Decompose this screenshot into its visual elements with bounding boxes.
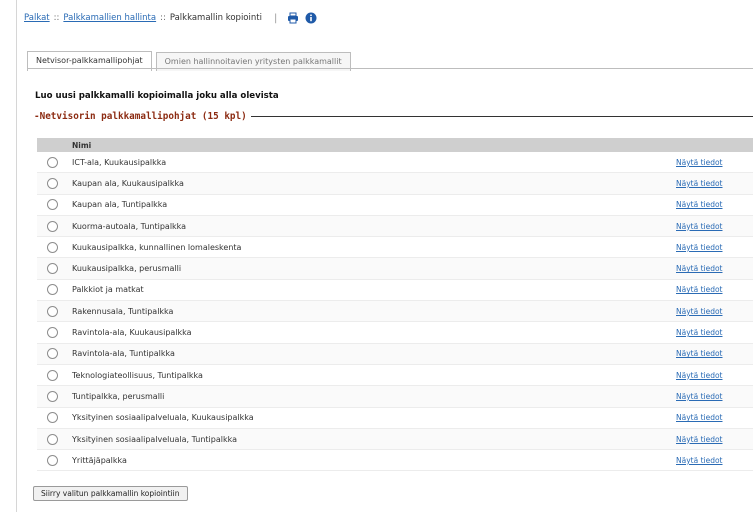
template-radio[interactable] xyxy=(47,327,58,339)
print-icon[interactable] xyxy=(287,12,299,24)
show-details-link[interactable]: Näytä tiedot xyxy=(676,413,723,422)
table-row: ICT-ala, Kuukausipalkka Näytä tiedot xyxy=(37,152,753,174)
show-details-link[interactable]: Näytä tiedot xyxy=(676,243,723,252)
table-row: Rakennusala, Tuntipalkka Näytä tiedot xyxy=(37,301,753,323)
show-details-link[interactable]: Näytä tiedot xyxy=(676,307,723,316)
template-name: Ravintola-ala, Tuntipalkka xyxy=(72,349,175,359)
intro-text: Luo uusi palkkamalli kopioimalla joku al… xyxy=(35,91,279,101)
template-radio[interactable] xyxy=(47,305,58,317)
template-radio[interactable] xyxy=(47,433,58,445)
tab-divider xyxy=(27,68,753,69)
template-radio[interactable] xyxy=(47,369,58,381)
breadcrumb-link-palkat[interactable]: Palkat xyxy=(24,13,50,23)
breadcrumb: Palkat :: Palkkamallien hallinta :: Palk… xyxy=(24,9,323,27)
show-details-link[interactable]: Näytä tiedot xyxy=(676,392,723,401)
template-name: Kaupan ala, Kuukausipalkka xyxy=(72,178,184,188)
template-name: Rakennusala, Tuntipalkka xyxy=(72,306,174,316)
show-details-link[interactable]: Näytä tiedot xyxy=(676,349,723,358)
table-row: Kuukausipalkka, perusmalli Näytä tiedot xyxy=(37,258,753,280)
show-details-link[interactable]: Näytä tiedot xyxy=(676,285,723,294)
template-name: Ravintola-ala, Kuukausipalkka xyxy=(72,328,192,338)
table-body: ICT-ala, Kuukausipalkka Näytä tiedot Kaupa… xyxy=(37,152,753,472)
template-name: Teknologiateollisuus, Tuntipalkka xyxy=(72,370,203,380)
template-name: Tuntipalkka, perusmalli xyxy=(72,391,165,401)
table-row: Yksityinen sosiaalipalveluala, Kuukausip… xyxy=(37,408,753,429)
breadcrumb-separator: :: xyxy=(53,13,60,23)
table-row: Kaupan ala, Kuukausipalkka Näytä tiedot xyxy=(37,173,753,195)
section-title: -Netvisorin palkkamallipohjat (15 kpl) xyxy=(34,110,247,122)
template-name: Yksityinen sosiaalipalveluala, Tuntipalk… xyxy=(72,434,237,444)
copy-selected-template-button[interactable]: Siirry valitun palkkamallin kopiointiin xyxy=(33,486,188,501)
show-details-link[interactable]: Näytä tiedot xyxy=(676,179,723,188)
table-row: Kuukausipalkka, kunnallinen lomaleskenta… xyxy=(37,237,753,259)
breadcrumb-separator: :: xyxy=(160,13,166,23)
template-radio[interactable] xyxy=(47,220,58,232)
toolbar-divider: | xyxy=(273,12,278,24)
section-legend: -Netvisorin palkkamallipohjat (15 kpl) xyxy=(34,109,753,123)
template-radio[interactable] xyxy=(47,177,58,189)
table-row: Yrittäjäpalkka Näytä tiedot xyxy=(37,450,753,472)
template-radio[interactable] xyxy=(47,454,58,466)
info-icon[interactable] xyxy=(305,12,317,24)
table-row: Yksityinen sosiaalipalveluala, Tuntipalk… xyxy=(37,428,753,451)
show-details-link[interactable]: Näytä tiedot xyxy=(676,200,723,209)
table-header: Nimi xyxy=(37,138,753,152)
table-row: Kuorma-autoala, Tuntipalkka Näytä tiedot xyxy=(37,215,753,238)
template-radio[interactable] xyxy=(47,156,58,168)
template-radio[interactable] xyxy=(47,263,58,275)
table-row: Ravintola-ala, Kuukausipalkka Näytä tiedo… xyxy=(37,322,753,344)
template-name: ICT-ala, Kuukausipalkka xyxy=(72,157,167,167)
table-row: Kaupan ala, Tuntipalkka Näytä tiedot xyxy=(37,195,753,216)
show-details-link[interactable]: Näytä tiedot xyxy=(676,328,723,337)
template-radio[interactable] xyxy=(47,199,58,211)
column-header-nimi: Nimi xyxy=(72,140,92,150)
table-row: Ravintola-ala, Tuntipalkka Näytä tiedot xyxy=(37,343,753,365)
show-details-link[interactable]: Näytä tiedot xyxy=(676,222,723,231)
table-row: Tuntipalkka, perusmalli Näytä tiedot xyxy=(37,386,753,408)
template-radio[interactable] xyxy=(47,412,58,424)
template-radio[interactable] xyxy=(47,390,58,402)
template-name: Yksityinen sosiaalipalveluala, Kuukausip… xyxy=(72,413,254,423)
template-name: Kaupan ala, Tuntipalkka xyxy=(72,200,168,210)
breadcrumb-current: Palkkamallin kopiointi xyxy=(169,13,262,23)
template-name: Yrittäjäpalkka xyxy=(72,455,127,465)
template-name: Kuukausipalkka, kunnallinen lomaleskenta xyxy=(72,242,242,252)
show-details-link[interactable]: Näytä tiedot xyxy=(676,371,723,380)
template-name: Palkkiot ja matkat xyxy=(72,285,144,295)
breadcrumb-link-palkkamallien-hallinta[interactable]: Palkkamallien hallinta xyxy=(63,13,156,23)
table-row: Teknologiateollisuus, Tuntipalkka Näytä t… xyxy=(37,365,753,387)
show-details-link[interactable]: Näytä tiedot xyxy=(676,264,723,273)
template-name: Kuorma-autoala, Tuntipalkka xyxy=(72,221,187,231)
template-name: Kuukausipalkka, perusmalli xyxy=(72,264,182,274)
table-row: Palkkiot ja matkat Näytä tiedot xyxy=(37,280,753,302)
show-details-link[interactable]: Näytä tiedot xyxy=(676,158,723,167)
template-radio[interactable] xyxy=(47,241,58,253)
template-table: Nimi ICT-ala, Kuukausipalkka Näytä tiedot… xyxy=(37,138,753,472)
show-details-link[interactable]: Näytä tiedot xyxy=(676,435,723,444)
template-radio[interactable] xyxy=(47,348,58,360)
template-radio[interactable] xyxy=(47,284,58,296)
section-rule xyxy=(250,115,753,117)
show-details-link[interactable]: Näytä tiedot xyxy=(676,456,723,465)
